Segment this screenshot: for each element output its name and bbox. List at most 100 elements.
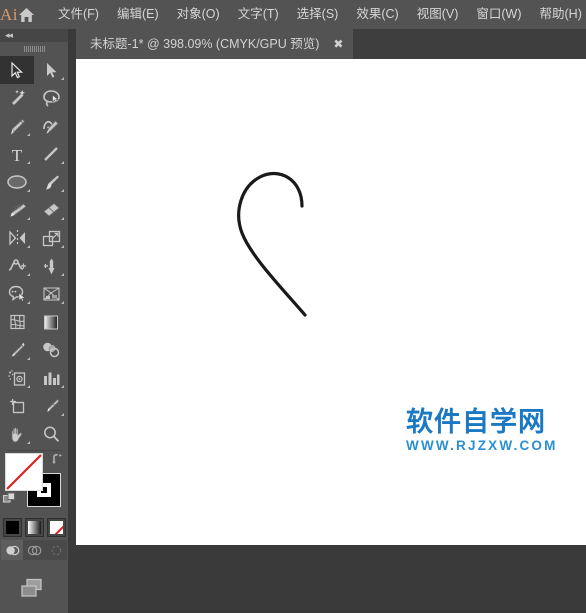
watermark-url: WWW.RJZXW.COM [406,438,581,454]
ellipse-tool[interactable] [0,168,34,196]
perspective-grid-tool[interactable] [34,280,68,308]
menu-window[interactable]: 窗口(W) [467,3,530,26]
column-graph-tool[interactable] [34,364,68,392]
tool-row [0,392,68,420]
direct-selection-tool[interactable] [34,56,68,84]
menu-view[interactable]: 视图(V) [408,3,468,26]
swap-fill-stroke-icon[interactable] [51,452,65,466]
tool-row: T [0,140,68,168]
home-icon[interactable] [18,0,35,29]
color-swatch-black[interactable] [3,518,22,537]
none-swatch[interactable] [47,518,66,537]
paintbrush-tool[interactable] [34,168,68,196]
zoom-tool[interactable] [34,420,68,448]
width-warp-tool[interactable] [0,252,34,280]
tool-flyout-indicator[interactable] [27,189,30,192]
curvature-tool[interactable] [34,112,68,140]
tool-flyout-indicator[interactable] [61,161,64,164]
tool-row [0,252,68,280]
menu-bar: Ai 文件(F) 编辑(E) 对象(O) 文字(T) 选择(S) 效果(C) 视… [0,0,586,29]
free-transform-tool[interactable] [34,252,68,280]
hand-tool[interactable] [0,420,34,448]
tool-flyout-indicator[interactable] [61,77,64,80]
draw-behind-mode[interactable] [23,540,45,560]
slice-tool[interactable] [34,392,68,420]
tool-row [0,56,68,84]
tool-flyout-indicator[interactable] [61,385,64,388]
tool-flyout-indicator[interactable] [61,273,64,276]
panel-drag-grip[interactable] [0,42,68,56]
tool-row [0,336,68,364]
menu-edit[interactable]: 编辑(E) [108,3,168,26]
tool-row [0,112,68,140]
tool-flyout-indicator[interactable] [27,245,30,248]
tool-flyout-indicator[interactable] [61,301,64,304]
fill-swatch[interactable] [5,453,43,491]
menu-object[interactable]: 对象(O) [168,3,229,26]
blend-tool[interactable] [34,336,68,364]
line-segment-tool[interactable] [34,140,68,168]
close-icon[interactable]: ✖ [325,29,351,59]
open-curve-path[interactable] [76,59,586,545]
tool-flyout-indicator[interactable] [27,133,30,136]
shaper-pencil-tool[interactable] [0,196,34,224]
tool-flyout-indicator[interactable] [61,413,64,416]
mesh-tool[interactable] [0,308,34,336]
tool-row [0,168,68,196]
selection-tool[interactable] [0,56,34,84]
tool-flyout-indicator[interactable] [61,189,64,192]
tool-flyout-indicator[interactable] [61,245,64,248]
tools-panel: ◂◂ [0,29,76,545]
collapse-panel-icon[interactable]: ◂◂ [5,30,12,41]
eraser-tool[interactable] [34,196,68,224]
tool-flyout-indicator[interactable] [61,217,64,220]
tool-row [0,196,68,224]
tool-row [0,224,68,252]
watermark: 软件自学网 WWW.RJZXW.COM [406,408,581,454]
scale-tool[interactable] [34,224,68,252]
lasso-tool[interactable] [34,84,68,112]
magic-wand-tool[interactable] [0,84,34,112]
document-tab[interactable]: 未标题-1* @ 398.09% (CMYK/GPU 预览) ✖ [76,29,353,59]
tool-row [0,308,68,336]
tool-flyout-indicator[interactable] [27,385,30,388]
menu-items: 文件(F) 编辑(E) 对象(O) 文字(T) 选择(S) 效果(C) 视图(V… [49,3,586,26]
screen-mode-button[interactable] [0,563,68,609]
tool-flyout-indicator[interactable] [27,217,30,220]
svg-text:T: T [12,146,23,163]
type-tool[interactable]: T [0,140,34,168]
tool-flyout-indicator[interactable] [27,441,30,444]
menu-effect[interactable]: 效果(C) [347,3,407,26]
rotate-reflect-tool[interactable] [0,224,34,252]
color-mode-row [0,517,68,540]
pen-tool[interactable] [0,112,34,140]
menu-type[interactable]: 文字(T) [229,3,288,26]
toolbar-right-edge [68,29,76,545]
tools-panel-header: ◂◂ [0,29,68,42]
tool-flyout-indicator[interactable] [27,357,30,360]
menu-help[interactable]: 帮助(H) [531,3,586,26]
default-fill-stroke-icon[interactable] [3,492,17,506]
tools-panel-body: T [0,42,68,613]
app-logo: Ai [0,0,18,29]
gradient-tool[interactable] [34,308,68,336]
artboard-tool[interactable] [0,392,34,420]
tool-flyout-indicator[interactable] [27,301,30,304]
shape-builder-tool[interactable] [0,280,34,308]
menu-select[interactable]: 选择(S) [288,3,348,26]
draw-inside-mode[interactable] [45,540,67,560]
tool-row [0,420,68,448]
gradient-swatch[interactable] [25,518,44,537]
draw-normal-mode[interactable] [1,540,23,560]
tool-row [0,84,68,112]
fill-stroke-controls [0,451,68,517]
menu-file[interactable]: 文件(F) [49,3,108,26]
tool-flyout-indicator[interactable] [27,273,30,276]
tool-flyout-indicator[interactable] [27,161,30,164]
draw-mode-row [0,540,68,563]
document-tab-title: 未标题-1* @ 398.09% (CMYK/GPU 预览) [90,29,319,59]
document-canvas[interactable]: 软件自学网 WWW.RJZXW.COM [76,59,586,545]
symbol-sprayer-tool[interactable] [0,364,34,392]
tool-row [0,364,68,392]
eyedropper-tool[interactable] [0,336,34,364]
